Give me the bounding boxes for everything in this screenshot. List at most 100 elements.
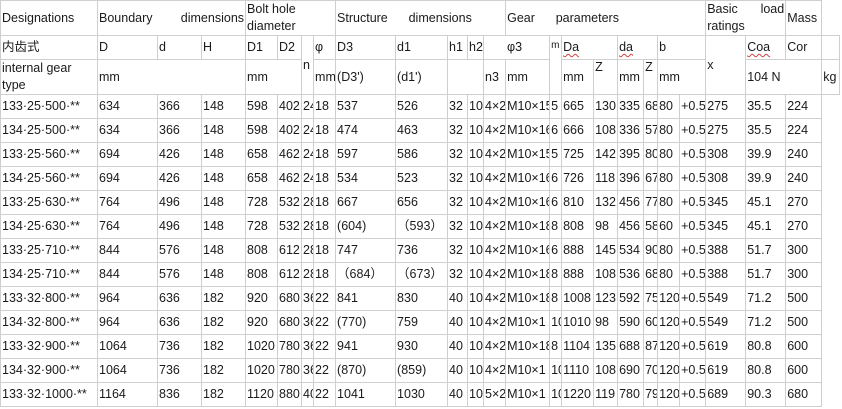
mass-unit-kg: kg — [821, 59, 840, 95]
cell-Z: 98 — [593, 310, 619, 335]
cell-Z2: 75 — [643, 286, 659, 311]
cell-da: 688 — [617, 334, 645, 359]
cell-Z2: 68 — [643, 262, 659, 287]
table-row: 133·25·500·**634366148598402241853752632… — [0, 94, 840, 119]
cell-D1: 920 — [245, 286, 279, 311]
cell-m: 10 — [549, 358, 563, 383]
cell-x: +0.5 — [679, 142, 707, 167]
col-phi3-label: φ3 — [483, 35, 551, 60]
cell-Coa: 619 — [705, 358, 747, 383]
cell-d1: 759 — [395, 310, 449, 335]
col-D3-label: D3 — [335, 35, 397, 60]
cell-x: +0.5 — [679, 334, 707, 359]
cell-h1: 40 — [447, 310, 469, 335]
cell-b: 80 — [657, 166, 681, 191]
cell-Da: 1104 — [561, 334, 595, 359]
cell-d1: （673） — [395, 262, 449, 287]
cell-D: 1164 — [97, 382, 158, 407]
table-row: 133·25·710·**844576148808612281874773632… — [0, 238, 840, 263]
cell-phi3: M10×16 — [505, 118, 551, 143]
cell-phi3: M10×18 — [505, 262, 551, 287]
cell-h1: 40 — [447, 358, 469, 383]
cell-D: 844 — [97, 238, 158, 263]
cell-Z2: 87 — [643, 334, 659, 359]
da-unit-mm: mm — [617, 59, 645, 95]
cell-h2: 10 — [467, 238, 485, 263]
col-Coa-label: Coa — [745, 35, 787, 60]
cell-D1: 658 — [245, 166, 279, 191]
cell-d: 736 — [157, 334, 202, 359]
cell-phi: 18 — [313, 190, 337, 215]
cell-Coa: 275 — [705, 118, 747, 143]
cell-D: 844 — [97, 262, 158, 287]
cell-m: 6 — [549, 238, 563, 263]
cell-phi: 22 — [313, 286, 337, 311]
cell-d: 836 — [157, 382, 202, 407]
cell-type: 134·25·630·** — [0, 214, 98, 239]
cell-Z: 135 — [593, 334, 619, 359]
cell-H: 148 — [200, 190, 247, 215]
cell-phi: 18 — [313, 94, 337, 119]
phi3-unit-mm: mm — [505, 59, 551, 95]
cell-h2: 10 — [467, 358, 485, 383]
cell-phi: 18 — [313, 238, 337, 263]
cell-phi3: M10×1 — [505, 382, 551, 407]
cell-Z2: 70 — [643, 358, 659, 383]
cell-n: 28 — [301, 238, 315, 263]
cell-D1: 1020 — [245, 358, 279, 383]
cell-Cor: 45.1 — [745, 214, 787, 239]
cell-h1: 32 — [447, 142, 469, 167]
cell-Z2: 79 — [643, 382, 659, 407]
cell-D3: 1041 — [335, 382, 397, 407]
cell-m: 6 — [549, 118, 563, 143]
cell-Z: 142 — [593, 142, 619, 167]
cell-D: 764 — [97, 190, 158, 215]
h-unit-blank — [447, 59, 485, 95]
cell-Cor: 39.9 — [745, 142, 787, 167]
cell-H: 182 — [200, 310, 247, 335]
cell-n3: 4×2 — [483, 214, 507, 239]
cell-x: +0.5 — [679, 310, 707, 335]
cell-D1: 1120 — [245, 382, 279, 407]
cell-phi3: M10×1 — [505, 358, 551, 383]
cell-D2: 532 — [277, 214, 303, 239]
cell-da: 536 — [617, 262, 645, 287]
cell-phi3: M10×18 — [505, 286, 551, 311]
cell-da: 336 — [617, 118, 645, 143]
cell-n3: 4×2 — [483, 310, 507, 335]
cell-d1: 586 — [395, 142, 449, 167]
cell-phi: 22 — [313, 334, 337, 359]
cell-H: 182 — [200, 382, 247, 407]
chinese-type-label: 内齿式 — [0, 35, 98, 60]
cell-H: 148 — [200, 262, 247, 287]
cell-Z2: 58 — [643, 214, 659, 239]
Da-unit-mm: mm — [561, 59, 595, 95]
cell-b: 120 — [657, 358, 681, 383]
cell-n3: 4×2 — [483, 166, 507, 191]
cell-n: 40 — [301, 382, 315, 407]
cell-Cor: 80.8 — [745, 334, 787, 359]
table-row: 134·32·800·**9646361829206803622(770)759… — [0, 310, 840, 335]
table-row: 133·25·630·**764496148728532281866765632… — [0, 190, 840, 215]
cell-phi: 22 — [313, 310, 337, 335]
bolt-unit-mm: mm — [245, 59, 303, 95]
cell-Z: 108 — [593, 118, 619, 143]
cell-Z: 118 — [593, 166, 619, 191]
cell-Z: 108 — [593, 262, 619, 287]
cell-type: 133·25·630·** — [0, 190, 98, 215]
cell-Da: 810 — [561, 190, 595, 215]
cell-D: 764 — [97, 214, 158, 239]
cell-Z: 145 — [593, 238, 619, 263]
cell-phi: 18 — [313, 142, 337, 167]
cell-phi3: M10×1 — [505, 310, 551, 335]
mass-sub-blank — [821, 35, 840, 60]
col-Cor-label: Cor — [785, 35, 823, 60]
cell-mass: 270 — [785, 190, 823, 215]
cell-Da: 1220 — [561, 382, 595, 407]
cell-phi: 18 — [313, 166, 337, 191]
cell-phi: 18 — [313, 118, 337, 143]
cell-x: +0.5 — [679, 166, 707, 191]
cell-da: 534 — [617, 238, 645, 263]
cell-h1: 32 — [447, 238, 469, 263]
col-Da-label: Da — [561, 35, 619, 60]
